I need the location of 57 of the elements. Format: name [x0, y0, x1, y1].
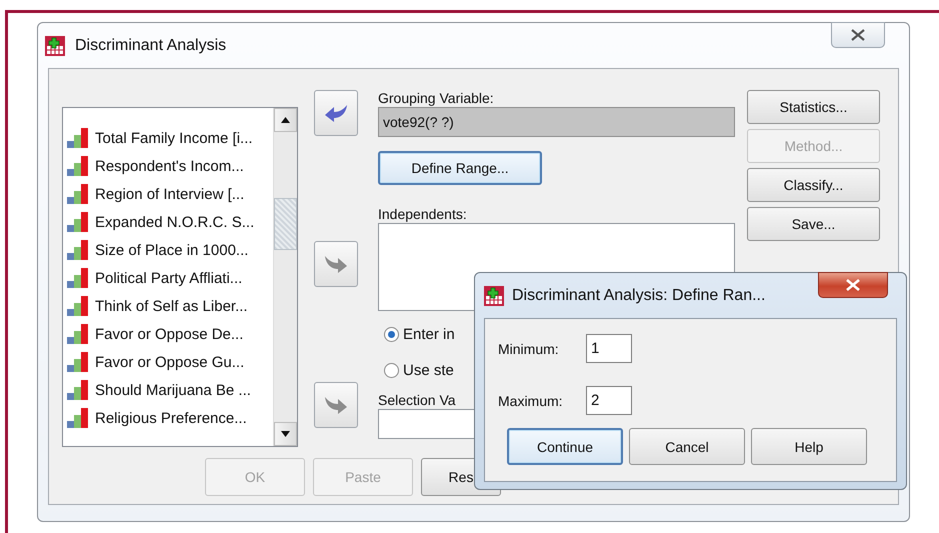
bar-chart-icon: [67, 127, 89, 149]
radio-label: Use ste: [403, 362, 454, 378]
bar-chart-icon: [67, 323, 89, 345]
dialog-button[interactable]: Cancel: [629, 428, 745, 465]
input-field[interactable]: 1: [586, 334, 632, 363]
app-icon: [45, 36, 65, 56]
variable-item[interactable]: Think of Self as Liber...: [95, 298, 248, 314]
dialog-title: Discriminant Analysis: Define Ran...: [512, 286, 766, 304]
bar-chart-icon: [67, 407, 89, 429]
scroll-down-icon: [281, 431, 290, 437]
selection-label: Selection Va: [378, 392, 456, 408]
bar-chart-icon: [67, 351, 89, 373]
grouping-label: Grouping Variable:: [378, 90, 494, 106]
move-button[interactable]: [314, 90, 358, 136]
close-button[interactable]: [831, 22, 885, 48]
variable-item[interactable]: Size of Place in 1000...: [95, 242, 248, 258]
dialog-button[interactable]: Save...: [747, 207, 880, 241]
window-title: Discriminant Analysis: [75, 36, 226, 54]
close-button[interactable]: [818, 272, 888, 298]
variable-item[interactable]: Expanded N.O.R.C. S...: [95, 214, 254, 230]
bar-chart-icon: [67, 267, 89, 289]
variable-item[interactable]: Total Family Income [i...: [95, 130, 253, 146]
variable-item[interactable]: Respondent's Incom...: [95, 158, 244, 174]
bar-chart-icon: [67, 183, 89, 205]
field-label: Maximum:: [498, 392, 564, 408]
field-label: Minimum:: [498, 340, 560, 356]
dialog-button[interactable]: Continue: [507, 428, 623, 465]
arrow-right-icon: [325, 255, 347, 273]
dialog-button[interactable]: Statistics...: [747, 90, 880, 124]
variable-item[interactable]: Political Party Affliati...: [95, 270, 242, 286]
variable-item[interactable]: Should Marijuana Be ...: [95, 382, 251, 398]
variable-item[interactable]: Region of Interview [...: [95, 186, 244, 202]
bar-chart-icon: [67, 295, 89, 317]
scroll-up-icon: [281, 117, 290, 123]
radio-button[interactable]: [384, 362, 399, 378]
variable-item[interactable]: Favor or Oppose De...: [95, 326, 244, 342]
arrow-right-icon: [325, 396, 347, 414]
dialog-button[interactable]: Help: [751, 428, 867, 465]
variable-item[interactable]: Religious Preference...: [95, 410, 247, 426]
close-icon: [846, 279, 860, 291]
variable-item[interactable]: Favor or Oppose Gu...: [95, 354, 244, 370]
app-icon: [484, 286, 504, 306]
scroll-thumb[interactable]: [274, 198, 297, 250]
bar-chart-icon: [67, 379, 89, 401]
bar-chart-icon: [67, 239, 89, 261]
dialog-button[interactable]: Classify...: [747, 168, 880, 202]
radio-label: Enter in: [403, 326, 455, 342]
grouping-field[interactable]: vote92(? ?): [378, 107, 735, 137]
close-icon: [851, 29, 865, 41]
define-range-button[interactable]: Define Range...: [378, 151, 542, 185]
bar-chart-icon: [67, 211, 89, 233]
bar-chart-icon: [67, 155, 89, 177]
scrollbar[interactable]: [273, 108, 297, 446]
independents-label: Independents:: [378, 206, 467, 222]
radio-button[interactable]: [384, 326, 399, 342]
arrow-left-icon: [325, 104, 347, 122]
input-field[interactable]: 2: [586, 386, 632, 415]
